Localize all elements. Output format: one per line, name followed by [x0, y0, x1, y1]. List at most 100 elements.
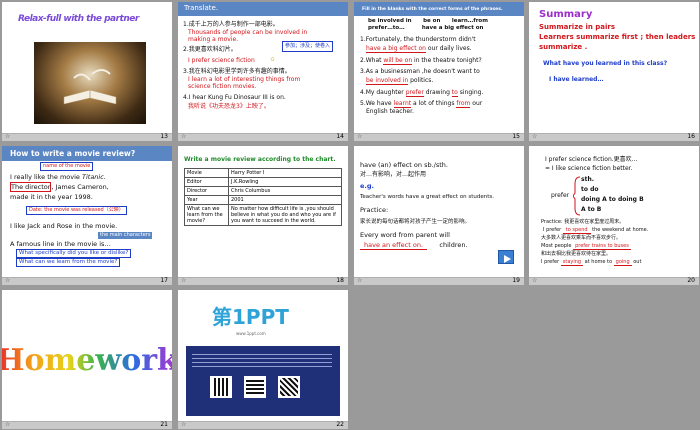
table-cell: Editor [184, 177, 229, 187]
slide-footer [2, 133, 172, 141]
practice-sentence: 和出去相比我更喜欢待在家里。 [541, 251, 612, 257]
star-icon: ☆ [532, 133, 538, 140]
slide-20[interactable]: I prefer science fiction.更喜欢… = I like s… [529, 146, 699, 285]
usage-option: doing A to doing B [581, 196, 644, 203]
panel-lines [192, 352, 332, 370]
slide-15[interactable]: Fill in the blanks with the correct form… [354, 2, 524, 141]
slide-title: Summary [539, 9, 593, 20]
slide-footer [178, 133, 348, 141]
table-row: Year 2001 [184, 195, 342, 205]
example-sentence: Teacher's words have a great effect on s… [360, 194, 494, 200]
practice-text: at home to [584, 259, 613, 265]
slide-footer [2, 421, 172, 429]
answer: prefer [405, 89, 424, 97]
movie-name: Titanic. [82, 173, 106, 181]
slide-number: 22 [336, 421, 344, 428]
question-text: singing. [459, 89, 484, 96]
info-panel [186, 346, 340, 416]
table-cell: Chris Columbus [228, 186, 342, 196]
slide-number: 16 [687, 133, 695, 140]
question-box: What can we learn from the movie? [16, 258, 121, 267]
slide-number: 20 [687, 277, 695, 284]
table-cell: Director [184, 186, 229, 196]
subtitle: Summarize in pairs [539, 23, 616, 31]
table-row: Director Chris Columbus [184, 186, 342, 196]
brand-logo: 第1PPT [212, 305, 289, 329]
practice-sentence: 家长说的每句话都将对孩子产生一定的影响。 [360, 219, 471, 225]
table-row: What can we learn from the movie? No matt… [184, 204, 342, 226]
review-line: A famous line in the movie is… [10, 240, 111, 248]
answer: staying [560, 259, 584, 266]
review-line: I like Jack and Rose in the movie. [10, 222, 118, 230]
review-line: The director, James Cameron, [10, 182, 109, 192]
next-arrow-button[interactable] [498, 250, 514, 264]
practice-text: children. [439, 241, 468, 249]
slide-title: Translate. [184, 4, 219, 12]
sentence: 1.成千上万的人参与制作一部电影。 [183, 21, 279, 28]
slide-19[interactable]: have (an) effect on sb./sth. 对…有影响，对…起作用… [354, 146, 524, 285]
homework-title: Homework [2, 343, 172, 378]
slide-footer [354, 277, 524, 285]
answer: I prefer science fiction [188, 57, 255, 64]
star-icon: ☆ [357, 133, 363, 140]
slide-22[interactable]: 第1PPT www.1ppt.com ☆ 22 [178, 290, 348, 429]
prefer-label: prefer [551, 192, 570, 199]
subtitle: summarize . [539, 43, 588, 51]
answer-line: have an effect on. children. [360, 241, 468, 250]
practice-label: Practice: 我更喜欢在家里度过周末。 [541, 219, 625, 225]
question-text: our daily lives. [427, 45, 472, 52]
slide-title: How to write a movie review? [10, 149, 136, 158]
subtitle: Learners summarize first ; then leaders [539, 33, 696, 41]
slide-title: Write a movie review according to the ch… [184, 156, 336, 163]
question-text: politics. [410, 77, 434, 84]
question-text: 5.We have [360, 100, 392, 107]
question-text: drawing [425, 89, 450, 96]
question-text: 2.What [360, 57, 382, 64]
usage-option: to do [581, 186, 599, 193]
sentence: 2.我更喜欢科幻片。 [183, 46, 237, 53]
question-line: 2.What will be on in the theatre tonight… [360, 57, 482, 65]
question-line: be involved in politics. [366, 77, 433, 85]
slide-footer [178, 277, 348, 285]
table-cell: Year [184, 195, 229, 205]
grammar-point: I prefer science fiction.更喜欢… [545, 156, 638, 163]
answer: prefer trains to buses [573, 243, 631, 250]
slide-number: 14 [336, 133, 344, 140]
slide-14[interactable]: Translate. 1.成千上万的人参与制作一部电影。 Thousands o… [178, 2, 348, 141]
table-row: Editor J.K.Rowling [184, 177, 342, 187]
review-line: I really like the movie Titanic. [10, 173, 106, 181]
hint-box: 参加；涉及；使卷入 [282, 41, 334, 52]
label-box: name of the movie [40, 162, 94, 171]
star-icon: ✩ [270, 56, 276, 63]
table-cell: 2001 [228, 195, 342, 205]
slide-18[interactable]: Write a movie review according to the ch… [178, 146, 348, 285]
answer: be involved in [366, 77, 409, 85]
table-cell: Harry Potter I [228, 168, 342, 178]
review-text: , James Cameron, [51, 183, 109, 191]
review-text: I really like the movie [10, 173, 82, 181]
question: 3.As a businessman ,he doesn't want to [360, 68, 480, 75]
slide-13[interactable]: Relax-full with the partner ☆ 13 [2, 2, 172, 141]
slide-footer [2, 277, 172, 285]
sentence: 3.我在科幻电影里学到许多有趣的事情。 [183, 68, 291, 75]
slide-16[interactable]: Summary Summarize in pairs Learners summ… [529, 2, 699, 141]
slide-title: Relax-full with the partner [18, 14, 139, 24]
answer: to spend [562, 227, 591, 234]
label-box: Date: the movie was released（公映） [26, 206, 127, 215]
practice-text: out [633, 259, 642, 265]
slide-title: Fill in the blanks with the correct form… [362, 7, 503, 12]
slide-17[interactable]: How to write a movie review? name of the… [2, 146, 172, 285]
slide-number: 19 [512, 277, 520, 284]
example-label: e.g. [360, 182, 374, 190]
question-line: 5.We have learnt a lot of things from ou… [360, 100, 482, 108]
slide-21[interactable]: Homework ☆ 21 [2, 290, 172, 429]
phrase-list: be involved in be on learn…from [368, 18, 488, 24]
answer: from [456, 100, 471, 108]
star-icon: ☆ [357, 277, 363, 284]
answer: to [451, 89, 458, 97]
answer: science fiction movies. [188, 83, 257, 90]
question-text: a lot of things [413, 100, 455, 107]
practice-text: I prefer [541, 259, 560, 265]
table-cell: J.K.Rowling [228, 177, 342, 187]
question-line: 4.My daughter prefer drawing to singing. [360, 89, 483, 97]
